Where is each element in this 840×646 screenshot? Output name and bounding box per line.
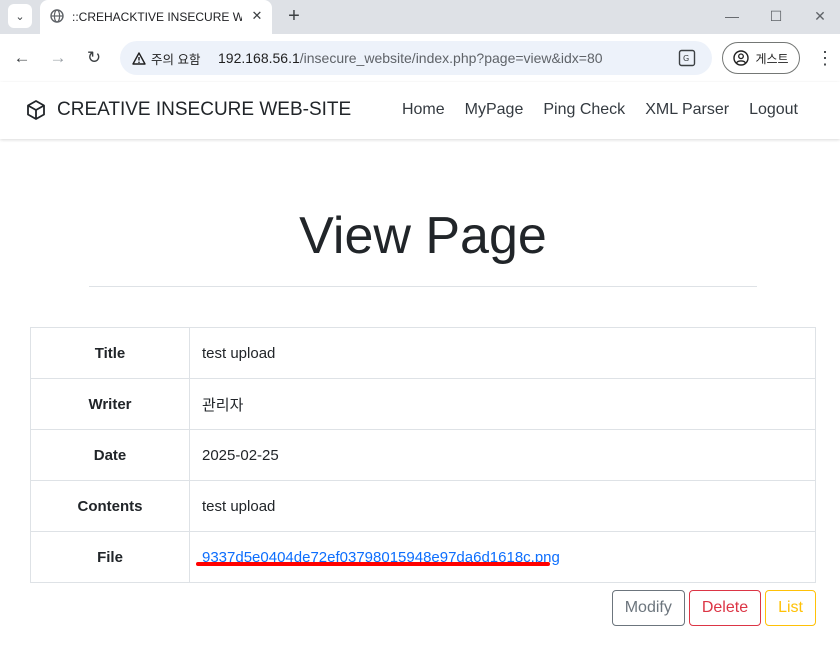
forward-icon[interactable]: →	[46, 46, 70, 70]
browser-tab[interactable]: ::CREHACKTIVE INSECURE WEB ✕	[40, 0, 272, 34]
globe-icon	[50, 9, 64, 23]
post-detail-table: Title test upload Writer 관리자 Date 2025-0…	[30, 327, 816, 583]
close-icon[interactable]: ✕	[248, 7, 266, 25]
table-row: Title test upload	[30, 327, 816, 379]
modify-button[interactable]: Modify	[611, 590, 685, 626]
minimize-icon[interactable]: —	[722, 6, 742, 26]
maximize-icon[interactable]: ☐	[766, 6, 786, 26]
nav-links: Home MyPage Ping Check XML Parser Logout	[402, 101, 798, 119]
window-close-icon[interactable]: ✕	[810, 6, 830, 26]
divider	[89, 286, 757, 287]
security-warning-chip[interactable]: 주의 요함	[126, 45, 210, 71]
nav-home[interactable]: Home	[402, 101, 445, 119]
writer-value: 관리자	[189, 378, 816, 430]
annotation-underline	[196, 562, 550, 566]
url-path: /insecure_website/index.php?page=view&id…	[299, 50, 603, 66]
translate-icon[interactable]: G	[678, 49, 696, 67]
site-navbar: CREATIVE INSECURE WEB-SITE Home MyPage P…	[0, 82, 840, 139]
brand-text: CREATIVE INSECURE WEB-SITE	[57, 99, 352, 120]
nav-ping-check[interactable]: Ping Check	[543, 101, 625, 119]
tab-menu-icon[interactable]: ⌄	[8, 4, 32, 28]
profile-label: 게스트	[755, 51, 789, 66]
url-text[interactable]: 192.168.56.1/insecure_website/index.php?…	[218, 50, 603, 66]
title-value: test upload	[189, 327, 816, 379]
profile-icon	[733, 50, 750, 66]
url-host: 192.168.56.1	[218, 50, 300, 66]
file-label: File	[30, 531, 190, 583]
kebab-menu-icon[interactable]: ⋮	[816, 46, 834, 70]
back-icon[interactable]: ←	[10, 46, 34, 70]
action-buttons: Modify Delete List	[611, 590, 816, 626]
contents-label: Contents	[30, 480, 190, 532]
table-row: Writer 관리자	[30, 378, 816, 430]
warning-label: 주의 요함	[151, 52, 201, 67]
table-row: File 9337d5e0404de72ef03798015948e97da6d…	[30, 531, 816, 583]
nav-xml-parser[interactable]: XML Parser	[645, 101, 729, 119]
warning-icon	[132, 51, 146, 65]
table-row: Date 2025-02-25	[30, 429, 816, 481]
address-bar[interactable]: 주의 요함 192.168.56.1/insecure_website/inde…	[120, 41, 712, 75]
table-row: Contents test upload	[30, 480, 816, 532]
date-value: 2025-02-25	[189, 429, 816, 481]
delete-button[interactable]: Delete	[688, 590, 762, 626]
list-button[interactable]: List	[765, 590, 816, 626]
title-label: Title	[30, 327, 190, 379]
contents-value: test upload	[189, 480, 816, 532]
writer-label: Writer	[30, 378, 190, 430]
date-label: Date	[30, 429, 190, 481]
cube-icon	[27, 100, 45, 120]
plus-icon[interactable]: +	[284, 6, 304, 26]
site-brand[interactable]: CREATIVE INSECURE WEB-SITE	[25, 99, 351, 121]
reload-icon[interactable]: ↻	[82, 46, 106, 70]
file-cell: 9337d5e0404de72ef03798015948e97da6d1618c…	[189, 531, 816, 583]
nav-logout[interactable]: Logout	[749, 101, 798, 119]
tab-title: ::CREHACKTIVE INSECURE WEB	[72, 10, 242, 24]
tab-strip: ⌄ ::CREHACKTIVE INSECURE WEB ✕ + — ☐ ✕	[0, 0, 840, 34]
nav-mypage[interactable]: MyPage	[465, 101, 524, 119]
browser-toolbar: ← → ↻ 주의 요함 192.168.56.1/insecure_websit…	[0, 34, 840, 83]
svg-text:G: G	[683, 54, 689, 63]
page-title: View Page	[299, 207, 547, 265]
profile-button[interactable]: 게스트	[722, 42, 800, 74]
